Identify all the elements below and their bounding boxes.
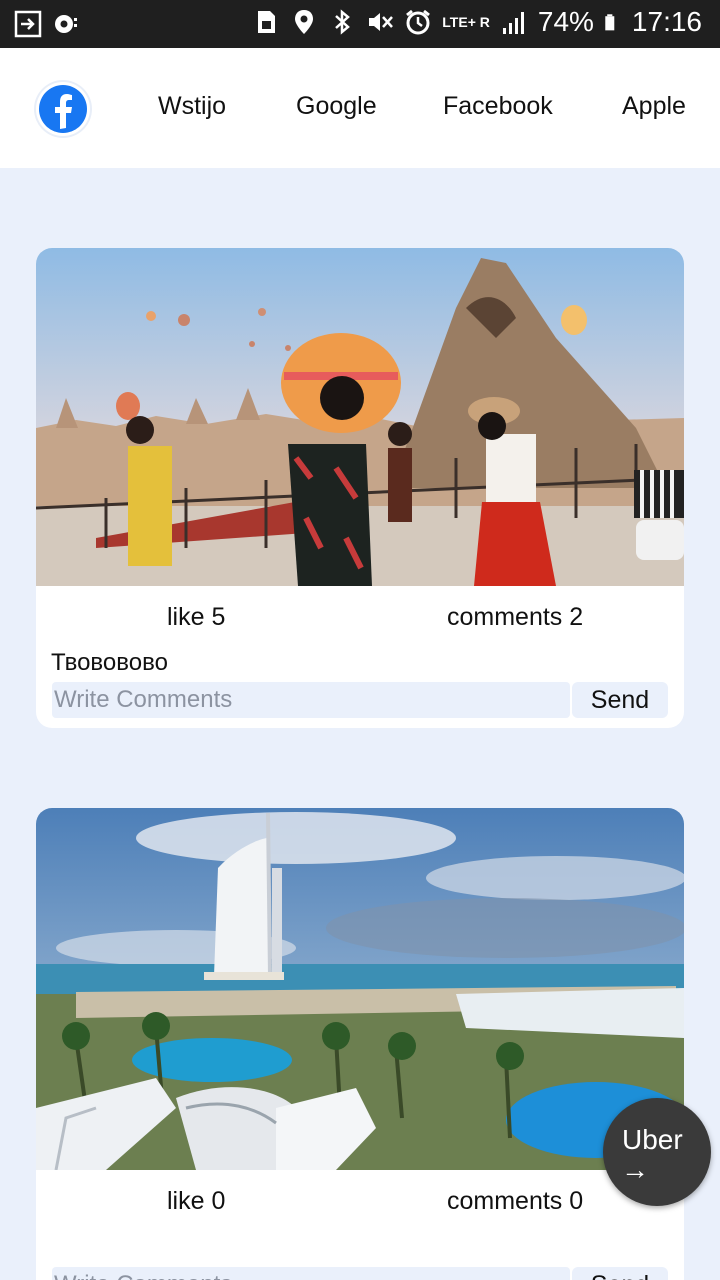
top-navigation: Wstijo Google Facebook Apple	[0, 48, 720, 168]
like-count[interactable]: like 0	[167, 1187, 225, 1216]
uber-fab-button[interactable]: Uber →	[603, 1098, 711, 1206]
post-card: like 0 comments 0 Send	[36, 808, 684, 1280]
comment-count[interactable]: comments 0	[447, 1187, 583, 1216]
battery-percent: 74%	[537, 6, 594, 37]
nav-link-wstijo[interactable]: Wstijo	[158, 92, 226, 121]
comment-input[interactable]	[52, 1267, 570, 1280]
voicemail-icon	[55, 15, 77, 33]
nav-link-facebook[interactable]: Facebook	[443, 92, 553, 121]
mute-icon	[369, 13, 394, 31]
post-caption: Твововово	[51, 649, 168, 676]
signal-icon	[502, 12, 524, 34]
send-button[interactable]: Send	[572, 682, 668, 718]
nav-link-apple[interactable]: Apple	[622, 92, 686, 121]
arrow-right-icon: →	[621, 1154, 649, 1185]
post-image[interactable]	[36, 808, 684, 1170]
post-image[interactable]	[36, 248, 684, 586]
like-count[interactable]: like 5	[167, 603, 225, 632]
network-type: LTE+ R	[442, 14, 490, 30]
dubai-burj-al-arab-photo	[36, 808, 684, 1170]
post-card: like 5 comments 2 Твововово Send	[36, 248, 684, 728]
facebook-icon	[39, 85, 87, 133]
sim-icon	[258, 11, 276, 33]
cappadocia-balloons-photo	[36, 248, 684, 586]
screen-cast-icon	[14, 10, 42, 38]
nav-link-google[interactable]: Google	[296, 92, 377, 121]
uber-label: Uber	[622, 1124, 683, 1155]
status-bar: LTE+ R 74% 17:16	[0, 0, 720, 48]
comment-input[interactable]	[52, 682, 570, 718]
battery-icon	[605, 14, 615, 31]
alarm-icon	[406, 9, 431, 35]
send-button[interactable]: Send	[572, 1267, 668, 1280]
comment-count[interactable]: comments 2	[447, 603, 583, 632]
bluetooth-icon	[335, 9, 351, 35]
location-icon	[295, 10, 314, 34]
clock: 17:16	[631, 6, 702, 37]
facebook-logo[interactable]	[36, 82, 90, 136]
